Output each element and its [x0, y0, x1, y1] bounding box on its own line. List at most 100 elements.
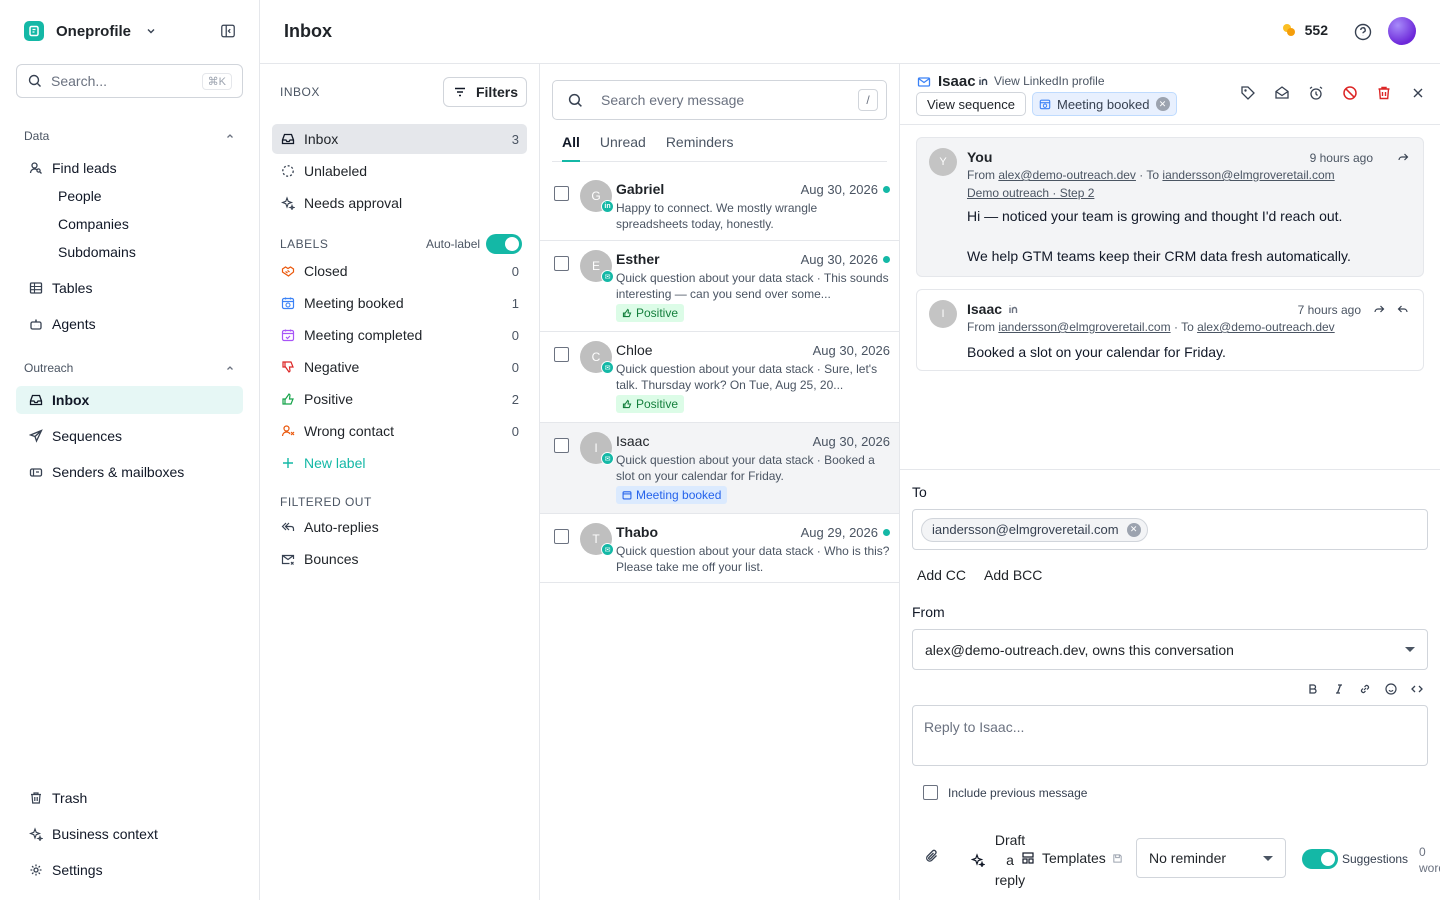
inbox-labels-panel: INBOX Filters Inbox 3 Unlabeled Needs ap…: [260, 64, 540, 900]
row-checkbox[interactable]: [554, 529, 569, 544]
filters-button[interactable]: Filters: [443, 77, 527, 107]
folder-unlabeled[interactable]: Unlabeled: [272, 156, 527, 186]
code-icon[interactable]: [1410, 682, 1424, 696]
filtered-out-heading: FILTERED OUT: [280, 495, 372, 509]
suggestions-toggle[interactable]: Suggestions: [1302, 849, 1408, 869]
row-checkbox[interactable]: [554, 438, 569, 453]
from-select[interactable]: alex@demo-outreach.dev, owns this conver…: [912, 629, 1428, 670]
from-select-value: alex@demo-outreach.dev, owns this conver…: [925, 641, 1234, 658]
reply-icon[interactable]: [1397, 303, 1409, 315]
tab-reminders[interactable]: Reminders: [666, 134, 734, 162]
folder-auto-replies[interactable]: Auto-replies: [272, 512, 527, 542]
add-cc-button[interactable]: Add CC: [917, 567, 966, 583]
view-linkedin-link[interactable]: View LinkedIn profile: [978, 74, 1105, 88]
sidebar-search-placeholder: Search...: [51, 73, 108, 89]
auto-label-toggle[interactable]: Auto-label: [426, 234, 523, 254]
sidebar-item-tables[interactable]: Tables: [16, 274, 243, 302]
user-avatar[interactable]: [1388, 17, 1416, 45]
credits-balance[interactable]: 552: [1281, 22, 1328, 38]
forward-icon[interactable]: [1373, 303, 1385, 315]
message-row-isaac[interactable]: I ✉ Isaac Aug 30, 2026 Quick question ab…: [540, 423, 899, 514]
row-checkbox[interactable]: [554, 186, 569, 201]
sidebar-item-trash[interactable]: Trash: [16, 784, 243, 812]
from-address[interactable]: alex@demo-outreach.dev: [998, 168, 1136, 182]
from-address[interactable]: iandersson@elmgroveretail.com: [998, 320, 1170, 334]
sidebar-item-subdomains[interactable]: Subdomains: [16, 238, 243, 266]
sidebar-item-settings[interactable]: Settings: [16, 856, 243, 884]
message-row-esther[interactable]: E ✉ Esther Aug 30, 2026 Quick question a…: [540, 241, 899, 332]
thread-time: 9 hours ago: [1309, 151, 1373, 165]
templates-button[interactable]: Templates: [1020, 850, 1124, 866]
label-negative[interactable]: Negative 0: [272, 352, 527, 382]
collapse-sidebar-icon[interactable]: [220, 23, 236, 39]
folder-inbox[interactable]: Inbox 3: [272, 124, 527, 154]
to-address[interactable]: alex@demo-outreach.dev: [1197, 320, 1335, 334]
contact-name: Isaac: [916, 73, 976, 90]
link-icon[interactable]: [1358, 682, 1372, 696]
folder-bounces[interactable]: Bounces: [272, 544, 527, 574]
reply-textarea[interactable]: Reply to Isaac...: [912, 705, 1428, 766]
sidebar-item-label: Tables: [52, 280, 93, 296]
reminder-select[interactable]: No reminder: [1136, 838, 1286, 878]
label-meeting-completed[interactable]: Meeting completed 0: [272, 320, 527, 350]
bold-icon[interactable]: [1306, 682, 1320, 696]
section-data[interactable]: Data: [24, 128, 238, 144]
message-search[interactable]: Search every message /: [552, 80, 887, 120]
forward-icon[interactable]: [1397, 151, 1409, 163]
section-outreach[interactable]: Outreach: [24, 360, 238, 376]
toggle-switch[interactable]: [1302, 849, 1338, 869]
to-field[interactable]: iandersson@elmgroveretail.com ✕: [912, 509, 1428, 550]
row-checkbox[interactable]: [554, 347, 569, 362]
delete-icon[interactable]: [1376, 85, 1392, 101]
add-bcc-button[interactable]: Add BCC: [984, 567, 1042, 583]
view-sequence-button[interactable]: View sequence: [916, 92, 1026, 116]
tab-unread[interactable]: Unread: [600, 134, 646, 162]
sidebar-item-senders[interactable]: Senders & mailboxes: [16, 458, 243, 486]
alarm-clock-icon[interactable]: [1308, 85, 1324, 101]
message-row-thabo[interactable]: T ✉ Thabo Aug 29, 2026 Quick question ab…: [540, 514, 899, 583]
remove-tag-icon[interactable]: ✕: [1155, 97, 1170, 111]
sidebar-item-find-leads[interactable]: Find leads: [16, 154, 243, 182]
sidebar-item-label: Inbox: [52, 392, 90, 408]
toggle-switch[interactable]: [486, 234, 523, 254]
message-row-gabriel[interactable]: G in Gabriel Aug 30, 2026 Happy to conne…: [540, 171, 899, 241]
label-meeting-booked[interactable]: Meeting booked 1: [272, 288, 527, 318]
emoji-icon[interactable]: [1384, 682, 1398, 696]
sidebar-item-agents[interactable]: Agents: [16, 310, 243, 338]
remove-recipient-icon[interactable]: ✕: [1126, 522, 1141, 537]
new-label-button[interactable]: New label: [272, 448, 527, 478]
conversation-header: Isaac View LinkedIn profile View sequenc…: [900, 64, 1440, 125]
row-checkbox[interactable]: [554, 256, 569, 271]
workspace-switcher[interactable]: Oneprofile: [24, 21, 159, 41]
to-address[interactable]: iandersson@elmgroveretail.com: [1162, 168, 1334, 182]
folder-needs-approval[interactable]: Needs approval: [272, 188, 527, 218]
sidebar-item-people[interactable]: People: [16, 182, 243, 210]
gear-icon: [28, 862, 44, 878]
label-positive[interactable]: Positive 2: [272, 384, 527, 414]
sparkles-icon: [970, 852, 986, 868]
tag-icon[interactable]: [1240, 85, 1256, 101]
message-row-chloe[interactable]: C ✉ Chloe Aug 30, 2026 Quick question ab…: [540, 332, 899, 423]
checkbox[interactable]: [923, 785, 938, 800]
inbox-icon: [280, 131, 296, 147]
paperclip-icon[interactable]: [924, 848, 940, 864]
tab-all[interactable]: All: [562, 134, 580, 162]
help-icon[interactable]: [1354, 23, 1372, 41]
sidebar-item-companies[interactable]: Companies: [16, 210, 243, 238]
suggestions-label: Suggestions: [1342, 852, 1409, 866]
sidebar-item-business-context[interactable]: Business context: [16, 820, 243, 848]
label-closed[interactable]: Closed 0: [272, 256, 527, 286]
block-icon[interactable]: [1342, 85, 1358, 101]
sidebar-item-sequences[interactable]: Sequences: [16, 422, 243, 450]
label-wrong-contact[interactable]: Wrong contact 0: [272, 416, 527, 446]
close-icon[interactable]: [1410, 85, 1426, 101]
sequence-step-link[interactable]: Demo outreach · Step 2: [967, 186, 1094, 200]
italic-icon[interactable]: [1332, 682, 1346, 696]
include-previous-checkbox[interactable]: Include previous message: [923, 785, 1087, 800]
conversation-tag-text: Meeting booked: [1057, 96, 1150, 112]
sidebar-item-label: Companies: [58, 216, 129, 232]
sidebar-search[interactable]: Search... ⌘K: [16, 64, 243, 98]
sidebar-item-inbox[interactable]: Inbox: [16, 386, 243, 414]
mark-read-icon[interactable]: [1274, 85, 1290, 101]
trash-icon: [28, 790, 44, 806]
